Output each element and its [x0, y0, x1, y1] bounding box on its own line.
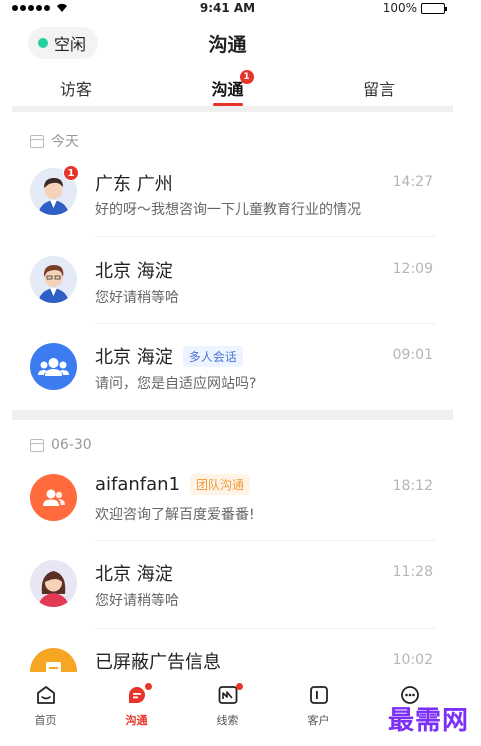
battery-icon: [421, 2, 447, 14]
multi-session-tag: 多人会话: [182, 345, 243, 367]
contact-location: 北京 海淀: [95, 261, 173, 282]
tab-label: 访客: [59, 80, 92, 99]
battery-status: 100%: [382, 1, 447, 15]
contact-name: 已屏蔽广告信息: [95, 652, 221, 673]
team-chat-avatar: [30, 474, 77, 521]
conversation-item[interactable]: aifanfan1 团队沟通 18:12 欢迎咨询了解百度爱番番!: [0, 456, 455, 542]
tab-label: 留言: [363, 80, 396, 99]
user-avatar: [30, 560, 77, 607]
status-bar: 9:41 AM 100%: [0, 0, 455, 18]
tab-bar: 访客 沟通 1 留言: [0, 70, 455, 106]
group-chat-avatar: [30, 343, 77, 390]
nav-label: 沟通: [125, 714, 148, 727]
conversation-item[interactable]: 北京 海淀 12:09 您好请稍等哈: [0, 239, 455, 325]
team-icon: [43, 489, 65, 506]
conversation-title: 北京 海淀: [95, 257, 173, 283]
bottom-navigation: 首页 沟通 线索 客户: [0, 672, 455, 746]
conversation-item[interactable]: 北京 海淀 多人会话 09:01 请问，您是自适应网站吗?: [0, 325, 455, 411]
conversation-title: aifanfan1 团队沟通: [95, 474, 251, 495]
unread-count-badge: 1: [63, 165, 79, 181]
conversation-preview: 好的呀～我想咨询一下儿童教育行业的情况: [95, 202, 361, 218]
tab-chat[interactable]: 沟通 1: [152, 70, 304, 106]
nav-label: 首页: [34, 714, 57, 727]
nav-label: 客户: [307, 714, 330, 727]
calendar-icon: [30, 438, 44, 452]
row-divider: [95, 236, 435, 237]
row-divider: [95, 323, 435, 324]
date-section-header: 06-30: [30, 437, 92, 453]
male-avatar-icon: [30, 256, 77, 303]
conversation-preview: 欢迎咨询了解百度爱番番!: [95, 507, 255, 523]
tab-label: 沟通: [211, 80, 244, 99]
nav-customers[interactable]: 客户: [273, 672, 364, 746]
conversation-title: 已屏蔽广告信息: [95, 648, 221, 674]
tab-divider: [12, 106, 453, 112]
team-chat-tag: 团队沟通: [190, 474, 251, 495]
conversation-item[interactable]: 北京 海淀 11:28 您好请稍等哈: [0, 542, 455, 629]
conversation-title: 广东 广州: [95, 170, 173, 196]
conversation-preview: 您好请稍等哈: [95, 593, 179, 609]
row-divider: [95, 628, 435, 629]
conversation-title: 北京 海淀 多人会话: [95, 343, 243, 369]
calendar-icon: [30, 134, 44, 148]
nav-leads[interactable]: 线索: [182, 672, 273, 746]
notification-dot: [235, 683, 243, 690]
conversation-time: 10:02: [392, 652, 433, 668]
home-icon: [36, 686, 55, 704]
female-avatar-icon: [30, 560, 77, 607]
group-icon: [38, 358, 69, 376]
app-screen: 9:41 AM 100% 空闲 沟通 访客 沟通 1 留言 今天 1 广东 广州…: [0, 0, 455, 746]
conversation-time: 11:28: [392, 564, 433, 580]
contact-location: 北京 海淀: [95, 347, 173, 368]
header: 空闲 沟通: [0, 22, 455, 64]
nav-label: 线索: [216, 714, 239, 727]
conversation-preview: 请问，您是自适应网站吗?: [95, 376, 257, 392]
date-section-header: 今天: [30, 131, 79, 151]
nav-home[interactable]: 首页: [0, 672, 91, 746]
conversation-time: 09:01: [392, 347, 433, 363]
section-date: 今天: [51, 134, 79, 150]
tab-visitors[interactable]: 访客: [0, 70, 152, 106]
contact-location: 北京 海淀: [95, 564, 173, 585]
conversation-time: 18:12: [392, 478, 433, 494]
battery-percent: 100%: [382, 1, 417, 15]
user-avatar: [30, 256, 77, 303]
notification-dot: [144, 683, 152, 690]
conversation-time: 12:09: [392, 261, 433, 277]
contact-name: aifanfan1: [95, 474, 181, 495]
section-divider: [12, 410, 453, 420]
conversation-title: 北京 海淀: [95, 560, 173, 586]
section-date: 06-30: [51, 437, 92, 453]
conversation-preview: 您好请稍等哈: [95, 290, 179, 306]
row-divider: [95, 540, 435, 541]
contact-location: 广东 广州: [95, 174, 173, 195]
conversation-time: 14:27: [392, 174, 433, 190]
customer-icon: [309, 686, 328, 704]
tab-messages[interactable]: 留言: [303, 70, 455, 106]
nav-chat[interactable]: 沟通: [91, 672, 182, 746]
page-title: 沟通: [208, 34, 247, 56]
conversation-item[interactable]: 1 广东 广州 14:27 好的呀～我想咨询一下儿童教育行业的情况: [0, 152, 455, 238]
watermark-logo: 最需网: [387, 706, 469, 736]
unread-badge: 1: [239, 70, 254, 84]
